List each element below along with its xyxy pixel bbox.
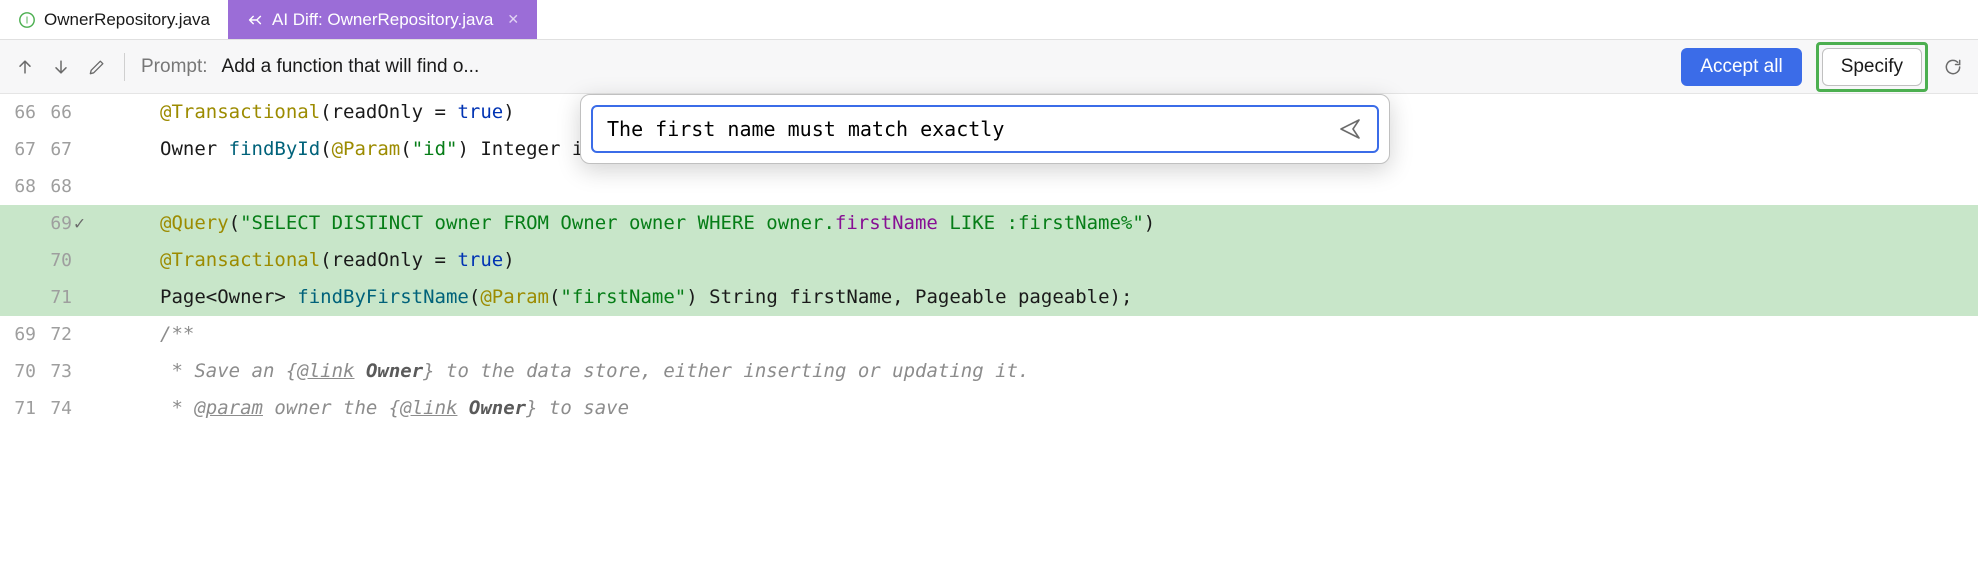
send-icon[interactable] <box>1333 112 1367 146</box>
specify-highlight: Specify <box>1816 42 1928 92</box>
accept-all-button[interactable]: Accept all <box>1681 48 1801 86</box>
code-content: /** <box>100 316 194 353</box>
divider <box>124 53 125 81</box>
code-line[interactable]: 69✓@Query("SELECT DISTINCT owner FROM Ow… <box>0 205 1978 242</box>
gutter: 6868 <box>0 168 100 205</box>
specify-button[interactable]: Specify <box>1822 48 1922 86</box>
refresh-icon[interactable] <box>1942 56 1964 78</box>
code-line[interactable]: 6868 <box>0 168 1978 205</box>
gutter: 71 <box>0 279 100 316</box>
ai-diff-icon <box>246 11 264 29</box>
code-content: @Transactional(readOnly = true) <box>100 242 515 279</box>
code-line[interactable]: 7174 * @param owner the {@link Owner} to… <box>0 390 1978 427</box>
gutter: 7174 <box>0 390 100 427</box>
code-content: @Transactional(readOnly = true) <box>100 94 515 131</box>
code-editor[interactable]: 6666@Transactional(readOnly = true)6767O… <box>0 94 1978 427</box>
gutter: 6767 <box>0 131 100 168</box>
tab-file[interactable]: I OwnerRepository.java <box>0 0 228 39</box>
close-icon[interactable]: ✕ <box>507 11 519 28</box>
gutter: 69✓ <box>0 205 100 242</box>
specify-popup <box>580 94 1390 164</box>
svg-text:I: I <box>26 15 29 26</box>
gutter: 6972 <box>0 316 100 353</box>
gutter: 70 <box>0 242 100 279</box>
code-line[interactable]: 71Page<Owner> findByFirstName(@Param("fi… <box>0 279 1978 316</box>
interface-icon: I <box>18 11 36 29</box>
specify-input[interactable] <box>591 105 1379 153</box>
code-content <box>100 168 160 205</box>
edit-icon[interactable] <box>86 56 108 78</box>
tab-bar: I OwnerRepository.java AI Diff: OwnerRep… <box>0 0 1978 40</box>
tab-label: OwnerRepository.java <box>44 10 210 30</box>
diff-toolbar: Prompt: Add a function that will find o.… <box>0 40 1978 94</box>
code-content: Owner findById(@Param("id") Integer id); <box>100 131 618 168</box>
tab-label: AI Diff: OwnerRepository.java <box>272 10 493 30</box>
code-line[interactable]: 70@Transactional(readOnly = true) <box>0 242 1978 279</box>
prompt-label: Prompt: <box>141 56 208 78</box>
code-content: Page<Owner> findByFirstName(@Param("firs… <box>100 279 1132 316</box>
code-content: * @param owner the {@link Owner} to save <box>100 390 629 427</box>
arrow-up-icon[interactable] <box>14 56 36 78</box>
tab-ai-diff[interactable]: AI Diff: OwnerRepository.java ✕ <box>228 0 537 39</box>
code-line[interactable]: 6972/** <box>0 316 1978 353</box>
gutter: 6666 <box>0 94 100 131</box>
code-content: @Query("SELECT DISTINCT owner FROM Owner… <box>100 205 1155 242</box>
gutter: 7073 <box>0 353 100 390</box>
code-content: * Save an {@link Owner} to the data stor… <box>100 353 1029 390</box>
arrow-down-icon[interactable] <box>50 56 72 78</box>
code-line[interactable]: 7073 * Save an {@link Owner} to the data… <box>0 353 1978 390</box>
prompt-text: Add a function that will find o... <box>222 56 480 78</box>
